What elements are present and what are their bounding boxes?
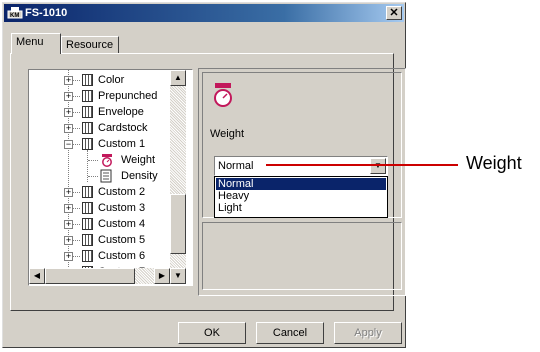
close-button[interactable]: ✕ [386,6,402,20]
expand-icon[interactable]: + [64,108,73,117]
expand-icon[interactable]: + [64,236,73,245]
weight-label: Weight [210,128,245,140]
tree-item-cardstock[interactable]: + Cardstock [29,120,179,136]
tree-item-label: Custom 6 [98,250,146,262]
folder-icon [82,234,93,246]
folder-icon [82,74,93,86]
folder-icon [82,122,93,134]
tree-item-label: Weight [121,154,156,166]
tree-item-prepunched[interactable]: + Prepunched [29,88,179,104]
arrow-up-icon: ▲ [174,73,182,82]
tree-item-label: Custom 3 [98,202,146,214]
folder-icon [82,250,93,262]
scroll-left-button[interactable]: ◀ [29,268,45,284]
preview-box [202,222,402,290]
weight-select[interactable]: Normal ▼ [214,156,388,176]
expand-icon[interactable]: + [64,204,73,213]
collapse-icon[interactable]: − [64,140,73,149]
tree-item-custom-2[interactable]: + Custom 2 [29,184,179,200]
expand-icon[interactable]: + [64,124,73,133]
expand-icon[interactable]: + [64,92,73,101]
tab-resource[interactable]: Resource [61,36,119,54]
folder-icon [82,218,93,230]
tree-item-label: Cardstock [98,122,148,134]
close-icon: ✕ [389,7,399,19]
tree-item-label: Custom 2 [98,186,146,198]
tree-item-density[interactable]: Density [29,168,179,184]
tree-item-label: Custom 5 [98,234,146,246]
tree-vertical-scrollbar[interactable]: ▲ ▼ [170,70,186,284]
folder-icon [82,186,93,198]
tree-item-color[interactable]: + Color [29,72,179,88]
apply-button[interactable]: Apply [334,322,402,344]
scroll-down-button[interactable]: ▼ [170,268,186,284]
folder-icon [82,106,93,118]
printer-app-icon: KM [7,7,23,19]
cancel-button[interactable]: Cancel [256,322,324,344]
tree-item-label: Custom 4 [98,218,146,230]
expand-icon[interactable]: + [64,220,73,229]
tab-resource-label: Resource [66,39,114,51]
vertical-scroll-thumb[interactable] [170,194,186,254]
option-light[interactable]: Light [216,202,386,214]
scroll-up-button[interactable]: ▲ [170,70,186,86]
horizontal-scroll-thumb[interactable] [45,268,135,284]
callout-label: Weight [466,153,522,173]
title-bar[interactable]: KM FS-1010 ✕ [4,4,404,22]
tree-item-custom-1[interactable]: − Custom 1 [29,136,179,152]
weight-options-list[interactable]: Normal Heavy Light [214,176,388,218]
arrow-down-icon: ▼ [174,271,182,280]
ok-button[interactable]: OK [178,322,246,344]
scale-icon [102,154,112,167]
folder-icon [82,138,93,150]
tree-item-envelope[interactable]: + Envelope [29,104,179,120]
tree-item-custom-4[interactable]: + Custom 4 [29,216,179,232]
folder-icon [82,202,93,214]
tree-item-label: Prepunched [98,90,158,102]
tree-horizontal-scrollbar[interactable]: ◀ ▶ [29,268,170,284]
tree-item-label: Envelope [98,106,144,118]
option-heavy[interactable]: Heavy [216,190,386,202]
callout-line [266,164,458,166]
scale-icon [214,83,232,107]
weight-select-value: Normal [218,160,254,172]
dropdown-button[interactable]: ▼ [370,158,386,174]
tree-item-custom-5[interactable]: + Custom 5 [29,232,179,248]
tree-item-label: Density [121,170,158,182]
folder-icon [82,90,93,102]
expand-icon[interactable]: + [64,188,73,197]
arrow-left-icon: ◀ [33,271,41,280]
option-normal[interactable]: Normal [216,178,386,190]
menu-tree[interactable]: + Color + Prepunched + Envelope + Cardst… [28,69,193,286]
tab-menu[interactable]: Menu [11,33,61,54]
expand-icon[interactable]: + [64,76,73,85]
arrow-right-icon: ▶ [158,271,166,280]
tree-item-custom-3[interactable]: + Custom 3 [29,200,179,216]
scroll-right-button[interactable]: ▶ [154,268,170,284]
tree-item-custom-6[interactable]: + Custom 6 [29,248,179,264]
tree-item-weight[interactable]: Weight [29,152,179,168]
expand-icon[interactable]: + [64,252,73,261]
tree-item-label: Custom 1 [98,138,146,150]
tab-menu-label: Menu [16,36,44,48]
tree-item-label: Color [98,74,125,86]
svg-text:KM: KM [10,13,19,19]
page-icon [100,169,112,183]
window-title: FS-1010 [25,7,68,19]
